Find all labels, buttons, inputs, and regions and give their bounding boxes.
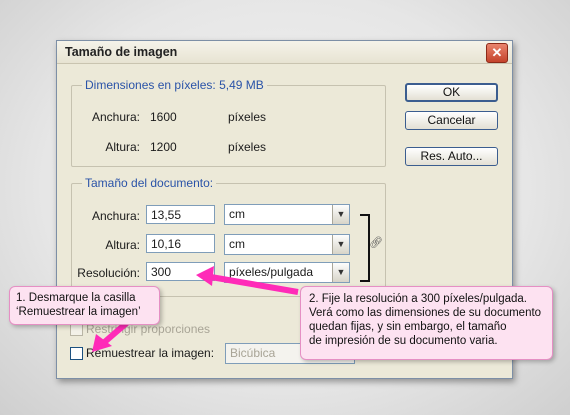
callout-left-line-1: 1. Desmarque la casilla bbox=[16, 292, 136, 304]
callout-right-line-3: quedan fijas, y sin embargo, el tamaño bbox=[309, 321, 507, 333]
callout-set-resolution: 2. Fije la resolución a 300 píxeles/pulg… bbox=[300, 286, 553, 360]
callout-uncheck-resample: 1. Desmarque la casilla ‘Remuestrear la … bbox=[9, 286, 160, 325]
callout-right-line-1: 2. Fije la resolución a 300 píxeles/pulg… bbox=[309, 293, 528, 305]
right-arrowhead-icon bbox=[196, 266, 214, 286]
callout-right-line-4: de impresión de su documento varia. bbox=[309, 335, 498, 347]
callout-left-line-2: ‘Remuestrear la imagen’ bbox=[16, 306, 141, 318]
right-arrow-icon bbox=[204, 273, 299, 295]
callout-right-line-2: Verá como las dimensiones de su document… bbox=[309, 307, 542, 319]
